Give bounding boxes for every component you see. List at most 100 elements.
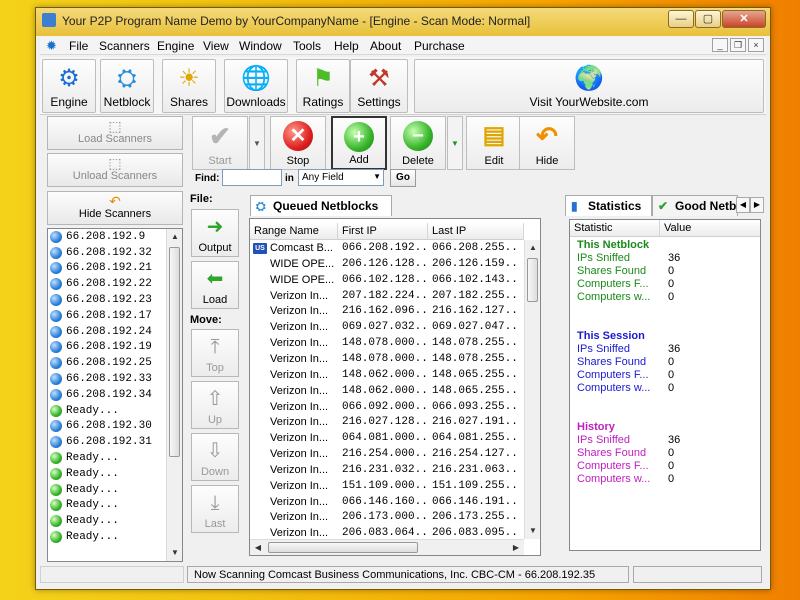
scanner-list-scrollbar[interactable]: ▲ ▼ [166, 229, 182, 561]
scroll-down-arrow[interactable]: ▼ [525, 523, 540, 539]
add-button[interactable]: + Add [331, 116, 387, 170]
stats-row[interactable]: Computers w... 0 [570, 473, 760, 486]
mdi-restore-button[interactable]: ❐ [730, 38, 746, 52]
delete-dropdown-arrow[interactable]: ▼ [447, 116, 463, 170]
scanner-item[interactable]: 66.208.192.31 [48, 434, 182, 450]
scanner-item[interactable]: 66.208.192.30 [48, 419, 182, 435]
statistics-grid[interactable]: Statistic Value This Netblock IPs Sniffed… [569, 219, 761, 551]
scanner-item[interactable]: Ready... [48, 403, 182, 419]
tab-scroll-left[interactable]: ◀ [736, 197, 750, 213]
hide-button[interactable]: ↶ Hide [519, 116, 575, 170]
table-row[interactable]: Verizon In... 216.231.032... 216.231.063..… [250, 463, 540, 479]
table-row[interactable]: Verizon In... 148.062.000... 148.065.255..… [250, 368, 540, 384]
scanner-item[interactable]: 66.208.192.22 [48, 276, 182, 292]
stats-row[interactable]: Computers F... 0 [570, 278, 760, 291]
table-row[interactable]: Verizon In... 206.173.000... 206.173.255..… [250, 510, 540, 526]
load-scanners-button[interactable]: ⬚ Load Scanners [47, 116, 183, 150]
col-first-ip[interactable]: First IP [338, 223, 428, 240]
tab-scroll-right[interactable]: ▶ [750, 197, 764, 213]
stats-row[interactable]: IPs Sniffed 36 [570, 252, 760, 265]
scanner-item[interactable]: Ready... [48, 498, 182, 514]
menu-tools[interactable]: Tools [293, 39, 321, 53]
hide-scanners-button[interactable]: ↶ Hide Scanners [47, 191, 183, 225]
table-row[interactable]: Verizon In... 148.078.000... 148.078.255..… [250, 352, 540, 368]
mdi-minimize-button[interactable]: _ [712, 38, 728, 52]
scanner-item[interactable]: 66.208.192.32 [48, 245, 182, 261]
scanner-item[interactable]: 66.208.192.34 [48, 387, 182, 403]
settings-button[interactable]: ⚒ Settings [350, 59, 408, 113]
scanner-item[interactable]: 66.208.192.23 [48, 292, 182, 308]
move-up-button[interactable]: ⇧ Up [191, 381, 239, 429]
scroll-up-arrow[interactable]: ▲ [167, 229, 182, 245]
table-row[interactable]: US Comcast B... 066.208.192... 066.208.255.… [250, 241, 540, 257]
title-bar[interactable]: Your P2P Program Name Demo by YourCompan… [36, 8, 770, 36]
stats-row[interactable]: IPs Sniffed 36 [570, 343, 760, 356]
table-row[interactable]: Verizon In... 216.027.128... 216.027.191..… [250, 415, 540, 431]
move-top-button[interactable]: ⤒ Top [191, 329, 239, 377]
table-row[interactable]: Verizon In... 216.162.096... 216.162.127..… [250, 304, 540, 320]
scanner-item[interactable]: 66.208.192.24 [48, 324, 182, 340]
go-button[interactable]: Go [390, 169, 416, 187]
table-row[interactable]: Verizon In... 064.081.000... 064.081.255..… [250, 431, 540, 447]
delete-button[interactable]: − Delete [390, 116, 446, 170]
table-row[interactable]: WIDE OPE... 066.102.128... 066.102.143... [250, 273, 540, 289]
col-value[interactable]: Value [660, 220, 760, 237]
table-row[interactable]: Verizon In... 216.254.000... 216.254.127..… [250, 447, 540, 463]
stats-row[interactable]: Computers w... 0 [570, 382, 760, 395]
grid-vscroll-thumb[interactable] [527, 258, 538, 302]
table-row[interactable]: Verizon In... 069.027.032... 069.027.047..… [250, 320, 540, 336]
stats-row[interactable]: Computers w... 0 [570, 291, 760, 304]
stats-row[interactable]: Computers F... 0 [570, 460, 760, 473]
scroll-left-arrow[interactable]: ◀ [250, 540, 266, 555]
scanner-item[interactable]: Ready... [48, 529, 182, 545]
grid-hscroll-thumb[interactable] [268, 542, 418, 553]
start-dropdown-arrow[interactable]: ▼ [249, 116, 265, 170]
menu-help[interactable]: Help [334, 39, 359, 53]
col-statistic[interactable]: Statistic [570, 220, 660, 237]
scanner-list[interactable]: 66.208.192.9 66.208.192.32 66.208.192.21 66… [47, 228, 183, 562]
scanner-item[interactable]: 66.208.192.19 [48, 340, 182, 356]
field-select[interactable]: Any Field ▼ [298, 169, 384, 186]
grid-hscrollbar[interactable]: ◀ ▶ [250, 539, 524, 555]
table-row[interactable]: Verizon In... 066.092.000... 066.093.255..… [250, 400, 540, 416]
menu-engine[interactable]: Engine [157, 39, 194, 53]
ratings-button[interactable]: ⚑ Ratings [296, 59, 350, 113]
table-row[interactable]: Verizon In... 148.062.000... 148.065.255..… [250, 384, 540, 400]
scanner-item[interactable]: Ready... [48, 482, 182, 498]
stats-row[interactable]: Shares Found 0 [570, 356, 760, 369]
mdi-close-button[interactable]: × [748, 38, 764, 52]
scroll-down-arrow[interactable]: ▼ [167, 545, 182, 561]
output-button[interactable]: ➜ Output [191, 209, 239, 257]
scanner-item[interactable]: 66.208.192.21 [48, 261, 182, 277]
scanner-item[interactable]: Ready... [48, 450, 182, 466]
scanner-item[interactable]: 66.208.192.33 [48, 371, 182, 387]
edit-button[interactable]: ▤ Edit [466, 116, 522, 170]
tab-statistics[interactable]: ▮ Statistics [565, 195, 652, 216]
menu-file[interactable]: File [69, 39, 88, 53]
stats-row[interactable]: IPs Sniffed 36 [570, 434, 760, 447]
stats-row[interactable]: Computers F... 0 [570, 369, 760, 382]
unload-scanners-button[interactable]: ⬚ Unload Scanners [47, 153, 183, 187]
close-button[interactable]: ✕ [722, 10, 766, 28]
tab-queued-netblocks[interactable]: ⛭ Queued Netblocks [250, 195, 392, 216]
visit-website-button[interactable]: 🌍 Visit YourWebsite.com [414, 59, 764, 113]
find-input[interactable] [222, 169, 282, 186]
menu-about[interactable]: About [370, 39, 401, 53]
menu-scanners[interactable]: Scanners [99, 39, 150, 53]
maximize-button[interactable]: ▢ [695, 10, 721, 28]
shares-button[interactable]: ☀ Shares [162, 59, 216, 113]
start-button[interactable]: ✔ Start [192, 116, 248, 170]
scanner-item[interactable]: 66.208.192.17 [48, 308, 182, 324]
move-last-button[interactable]: ⤓ Last [191, 485, 239, 533]
load-button[interactable]: ⬅ Load [191, 261, 239, 309]
minimize-button[interactable]: — [668, 10, 694, 28]
stats-row[interactable]: Shares Found 0 [570, 447, 760, 460]
netblock-button[interactable]: ⛭ Netblock [100, 59, 154, 113]
downloads-button[interactable]: 🌐 Downloads [224, 59, 288, 113]
menu-purchase[interactable]: Purchase [414, 39, 465, 53]
table-row[interactable]: Verizon In... 151.109.000... 151.109.255..… [250, 479, 540, 495]
table-row[interactable]: Verizon In... 148.078.000... 148.078.255..… [250, 336, 540, 352]
scroll-thumb[interactable] [169, 247, 180, 457]
stop-button[interactable]: ✕ Stop [270, 116, 326, 170]
col-last-ip[interactable]: Last IP [428, 223, 524, 240]
